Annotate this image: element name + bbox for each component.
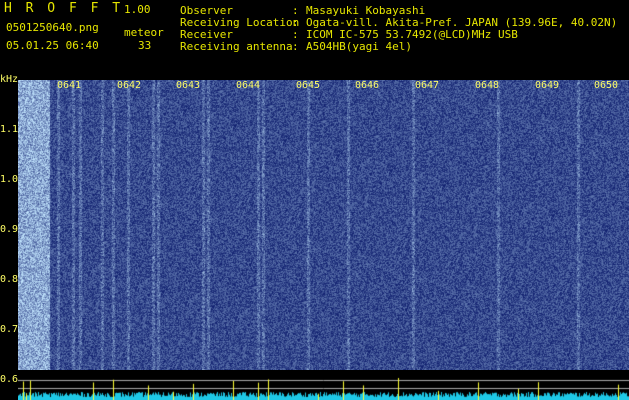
x-tick-0648: 0648: [475, 80, 500, 91]
x-tick-0646: 0646: [355, 80, 380, 91]
hrofft-window: { "app": { "title": "H R O F F T", "vers…: [0, 0, 629, 400]
meteor-count: 33: [138, 39, 152, 52]
y-tick-0.8: 0.8: [0, 274, 19, 285]
info-value-antenna: A504HB(yagi 4el): [306, 40, 412, 53]
x-tick-0642: 0642: [117, 80, 142, 91]
signal-level-strip: [18, 370, 629, 400]
y-tick-1.1: 1.1: [0, 124, 19, 135]
y-tick-1.0: 1.0: [0, 174, 19, 185]
x-tick-0644: 0644: [236, 80, 261, 91]
y-tick-0.6: 0.6: [0, 374, 19, 385]
y-axis-unit: kHz: [0, 74, 19, 85]
x-tick-0641: 0641: [57, 80, 82, 91]
app-title: H R O F F T: [4, 1, 124, 16]
x-tick-0645: 0645: [296, 80, 321, 91]
spectrogram: [18, 80, 629, 370]
meteor-label: meteor: [124, 26, 164, 39]
app-version: 1.00: [124, 3, 151, 16]
info-key-antenna: Receiving antenna: [180, 40, 293, 53]
y-tick-0.7: 0.7: [0, 324, 19, 335]
datetime: 05.01.25 06:40: [6, 39, 99, 52]
x-tick-0647: 0647: [415, 80, 440, 91]
filename: 0501250640.png: [6, 21, 99, 34]
x-tick-0643: 0643: [176, 80, 201, 91]
info-sep-antenna: :: [292, 40, 299, 53]
y-tick-0.9: 0.9: [0, 224, 19, 235]
x-tick-0649: 0649: [535, 80, 560, 91]
x-tick-0650: 0650: [594, 80, 619, 91]
